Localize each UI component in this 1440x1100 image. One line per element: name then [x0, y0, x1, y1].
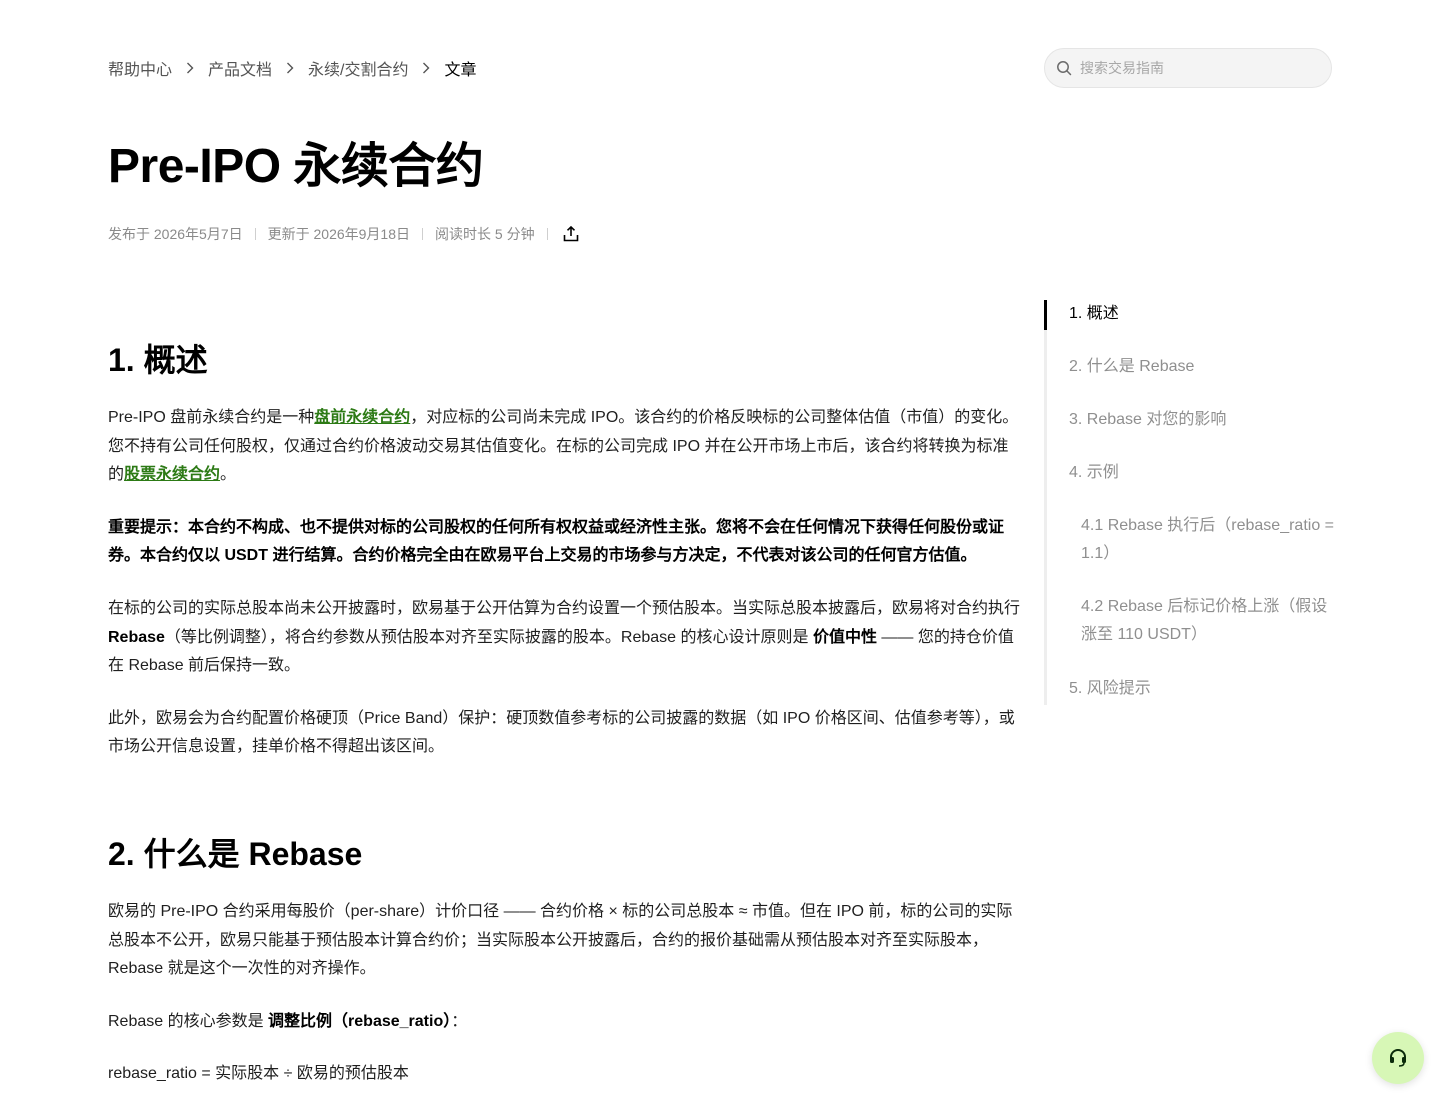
section-heading-rebase: 2. 什么是 Rebase [108, 835, 363, 872]
table-of-contents: 1. 概述 2. 什么是 Rebase 3. Rebase 对您的影响 4. 示… [1044, 300, 1344, 705]
section-heading-overview: 1. 概述 [108, 342, 208, 378]
rebase-term: Rebase [108, 628, 165, 646]
breadcrumb-item-product-docs[interactable]: 产品文档 [208, 56, 272, 80]
share-icon[interactable] [562, 225, 580, 243]
toc-item-risk[interactable]: 5. 风险提示 [1069, 675, 1151, 703]
text-run: Pre-IPO 盘前永续合约是一种 [108, 409, 315, 426]
toc-item-example-4-2[interactable]: 4.2 Rebase 后标记价格上涨（假设涨至 110 USDT） [1081, 593, 1337, 649]
breadcrumb: 帮助中心 产品文档 永续/交割合约 文章 [108, 56, 477, 80]
chevron-right-icon [172, 62, 208, 74]
text-run: 在标的公司的实际总股本尚未公开披露时，欧易基于公开估算为合约设置一个预估股本。当… [108, 599, 1021, 617]
meta-divider [422, 228, 424, 240]
value-neutral-term: 价值中性 [812, 628, 877, 646]
text-run: Rebase 的核心参数是 [108, 1012, 269, 1030]
price-band-paragraph: 此外，欧易会为合约配置价格硬顶（Price Band）保护：硬顶数值参考标的公司… [108, 709, 1015, 756]
toc-item-rebase-impact[interactable]: 3. Rebase 对您的影响 [1069, 406, 1226, 434]
updated-date: 更新于 2026年9月18日 [267, 226, 411, 242]
article-body: 1. 概述 Pre-IPO 盘前永续合约是一种盘前永续合约，对应标的公司尚未完成… [108, 330, 1024, 1089]
published-date: 发布于 2026年5月7日 [108, 226, 243, 242]
chevron-right-icon [272, 62, 308, 74]
important-notice: 重要提示：本合约不构成、也不提供对标的公司股权的任何所有权权益或经济性主张。您将… [108, 514, 1024, 571]
toc-item-example-4-1[interactable]: 4.1 Rebase 执行后（rebase_ratio = 1.1） [1081, 512, 1337, 568]
toc-active-indicator [1044, 300, 1047, 330]
article-meta: 发布于 2026年5月7日 更新于 2026年9月18日 阅读时长 5 分钟 [108, 222, 580, 246]
search-input[interactable] [1080, 60, 1310, 76]
rebase-explanation-paragraph: 欧易的 Pre-IPO 合约采用每股价（per-share）计价口径 —— 合约… [108, 902, 1013, 978]
premarket-perpetual-link[interactable]: 盘前永续合约 [314, 409, 410, 426]
breadcrumb-item-futures[interactable]: 永续/交割合约 [308, 56, 408, 80]
meta-divider [546, 228, 548, 240]
search-box[interactable] [1044, 48, 1332, 88]
rebase-formula: rebase_ratio = 实际股本 ÷ 欧易的预估股本 [108, 1065, 409, 1083]
search-icon [1056, 60, 1072, 76]
toc-item-overview[interactable]: 1. 概述 [1069, 300, 1119, 328]
headset-icon [1387, 1047, 1409, 1069]
support-chat-button[interactable] [1372, 1032, 1424, 1084]
overview-paragraph: Pre-IPO 盘前永续合约是一种盘前永续合约，对应标的公司尚未完成 IPO。该… [108, 404, 1024, 490]
important-notice-text: 重要提示：本合约不构成、也不提供对标的公司股权的任何所有权权益或经济性主张。您将… [108, 518, 1005, 565]
chevron-right-icon [408, 62, 444, 74]
breadcrumb-item-article: 文章 [444, 62, 477, 79]
stock-perpetual-link[interactable]: 股票永续合约 [124, 466, 220, 483]
rebase-intro-paragraph: 在标的公司的实际总股本尚未公开披露时，欧易基于公开估算为合约设置一个预估股本。当… [108, 595, 1024, 681]
toc-item-example[interactable]: 4. 示例 [1069, 459, 1119, 487]
meta-divider [254, 228, 256, 240]
text-run: ： [451, 1012, 468, 1030]
read-time: 阅读时长 5 分钟 [435, 226, 535, 242]
page-title: Pre-IPO 永续合约 [108, 140, 484, 193]
rebase-ratio-term: 调整比例（rebase_ratio） [268, 1012, 452, 1030]
text-run: （等比例调整），将合约参数从预估股本对齐至实际披露的股本。Rebase 的核心设… [164, 628, 813, 646]
rebase-param-paragraph: Rebase 的核心参数是 调整比例（rebase_ratio）： [108, 1008, 1024, 1037]
text-run: 。 [220, 466, 237, 484]
toc-item-what-is-rebase[interactable]: 2. 什么是 Rebase [1069, 353, 1194, 381]
breadcrumb-item-help-center[interactable]: 帮助中心 [108, 56, 172, 80]
